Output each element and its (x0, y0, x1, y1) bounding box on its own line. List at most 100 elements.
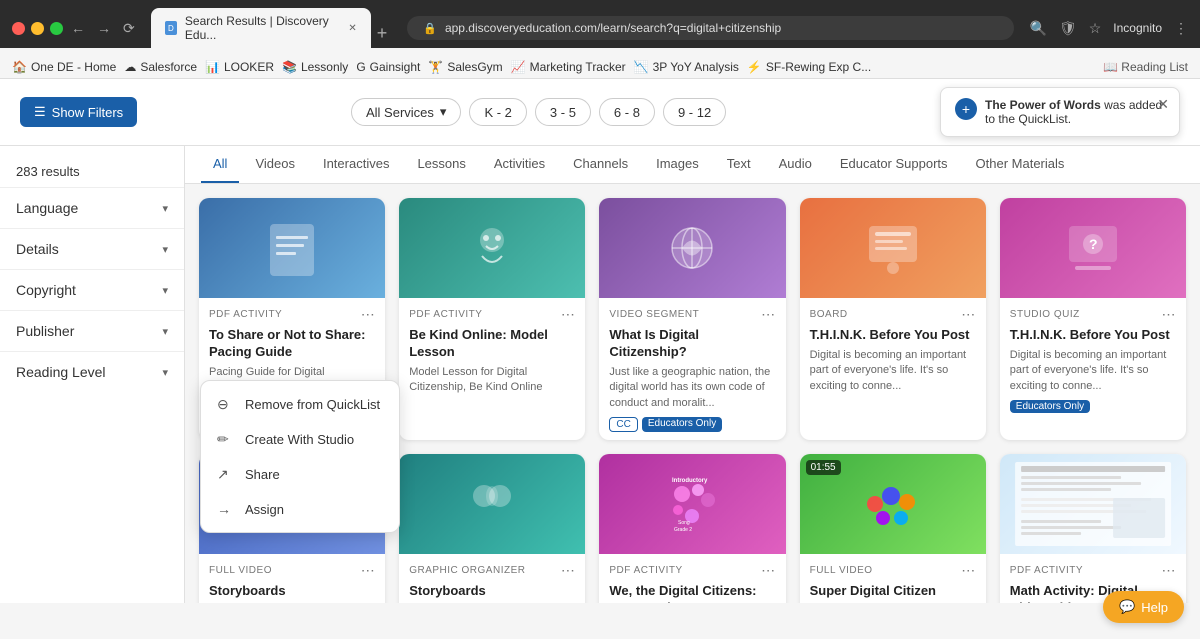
card-title: Storyboards (209, 583, 375, 600)
sidebar-filter-reading-level[interactable]: Reading Level ▾ (0, 351, 184, 392)
card-type: FULL VIDEO ⋯ (810, 562, 976, 579)
close-button[interactable] (12, 22, 25, 35)
card-thumbnail: 01:55 (800, 454, 986, 554)
assign-icon: → (217, 501, 235, 517)
more-icon[interactable]: ⋯ (961, 562, 976, 579)
forward-icon[interactable]: → (97, 20, 111, 36)
shield-icon[interactable]: 🛡 (1059, 20, 1077, 37)
badge-educators-only: Educators Only (642, 417, 722, 432)
tab-channels[interactable]: Channels (561, 146, 640, 183)
bookmark-lessonly[interactable]: 📚Lessonly (282, 60, 348, 74)
tab-activities[interactable]: Activities (482, 146, 557, 183)
card-title: T.H.I.N.K. Before You Post (810, 327, 976, 344)
more-icon[interactable]: ⋯ (561, 562, 576, 579)
notification-box: + The Power of Words was added to the Qu… (940, 87, 1180, 137)
chevron-icon: ▾ (162, 202, 168, 215)
svg-text:Grade 2: Grade 2 (674, 527, 692, 533)
notification-text: The Power of Words was added to the Quic… (985, 98, 1165, 126)
more-icon[interactable]: ⋯ (1161, 562, 1176, 579)
ctx-remove-quicklist[interactable]: ⊖ Remove from QuickList (201, 387, 399, 422)
card-desc: Model Lesson for Digital Citizenship, Be… (409, 365, 575, 396)
tab-audio[interactable]: Audio (767, 146, 824, 183)
tab-videos[interactable]: Videos (243, 146, 307, 183)
tab-educator-supports[interactable]: Educator Supports (828, 146, 960, 183)
sidebar-filter-details[interactable]: Details ▾ (0, 228, 184, 269)
pill-68[interactable]: 6 - 8 (599, 98, 655, 126)
more-icon[interactable]: ⋯ (761, 562, 776, 579)
bookmark-salesgym[interactable]: 🏋SalesGym (428, 60, 502, 74)
pill-35[interactable]: 3 - 5 (535, 98, 591, 126)
ctx-create-studio[interactable]: ✏ Create With Studio (201, 422, 399, 457)
minimize-button[interactable] (31, 22, 44, 35)
reading-list-button[interactable]: 📖 Reading List (1103, 60, 1188, 74)
fullscreen-button[interactable] (50, 22, 63, 35)
active-tab[interactable]: D Search Results | Discovery Edu... ✕ (151, 8, 371, 48)
bookmark-sf[interactable]: ⚡SF-Rewing Exp C... (747, 60, 871, 74)
more-icon[interactable]: ⋯ (561, 306, 576, 323)
pill-k2[interactable]: K - 2 (469, 98, 526, 126)
chevron-icon: ▾ (162, 243, 168, 256)
card-type: PDF ACTIVITY ⋯ (609, 562, 775, 579)
show-filters-button[interactable]: ☰ Show Filters (20, 97, 137, 127)
new-tab-button[interactable]: + (373, 19, 392, 48)
card-title: Be Kind Online: Model Lesson (409, 327, 575, 361)
sidebar: 283 results Language ▾ Details ▾ Copyrig… (0, 146, 185, 603)
reload-icon[interactable]: ⟳ (123, 20, 135, 37)
tab-close-icon[interactable]: ✕ (348, 23, 356, 34)
card-desc: Just like a geographic nation, the digit… (609, 365, 775, 411)
card-storyboards-graphic[interactable]: GRAPHIC ORGANIZER ⋯ Storyboards Your vid… (399, 454, 585, 603)
card-type: VIDEO SEGMENT ⋯ (609, 306, 775, 323)
bookmark-3p[interactable]: 📉3P YoY Analysis (634, 60, 739, 74)
more-icon[interactable]: ⋯ (1161, 306, 1176, 323)
bookmark-looker[interactable]: 📊LOOKER (205, 60, 274, 74)
tab-favicon: D (165, 21, 177, 35)
more-icon[interactable]: ⋯ (361, 306, 376, 323)
sidebar-filter-publisher[interactable]: Publisher ▾ (0, 310, 184, 351)
card-thumbnail (800, 198, 986, 298)
card-title: We, the Digital Citizens: Lesson Plan (609, 583, 775, 603)
card-desc: Digital is becoming an important part of… (1010, 348, 1176, 394)
pill-all-services[interactable]: All Services ▾ (351, 98, 461, 126)
card-type: STUDIO QUIZ ⋯ (1010, 306, 1176, 323)
sidebar-filter-language[interactable]: Language ▾ (0, 187, 184, 228)
tab-all[interactable]: All (201, 146, 239, 183)
back-icon[interactable]: ← (71, 20, 85, 36)
search-icon[interactable]: 🔍 (1030, 20, 1047, 37)
card-badges: CC Educators Only (609, 417, 775, 432)
bookmark-star-icon[interactable]: ☆ (1089, 20, 1102, 37)
card-super-digital-citizen[interactable]: 01:55 FULL VIDEO ⋯ Super Digital Citizen… (800, 454, 986, 603)
bookmark-marketing[interactable]: 📈Marketing Tracker (511, 60, 626, 74)
tab-title: Search Results | Discovery Edu... (185, 14, 340, 42)
ctx-share[interactable]: ↗ Share (201, 457, 399, 492)
ctx-assign[interactable]: → Assign (201, 492, 399, 526)
traffic-lights (12, 22, 63, 35)
tab-bar: D Search Results | Discovery Edu... ✕ + (151, 8, 392, 48)
card-type: FULL VIDEO ⋯ (209, 562, 375, 579)
card-digital-citizenship[interactable]: VIDEO SEGMENT ⋯ What Is Digital Citizens… (599, 198, 785, 440)
card-we-digital-citizens[interactable]: Introductory Song Grade 2 PDF ACTIVITY ⋯… (599, 454, 785, 603)
bookmark-one-de[interactable]: 🏠One DE - Home (12, 60, 116, 74)
tab-lessons[interactable]: Lessons (405, 146, 477, 183)
bookmark-salesforce[interactable]: ☁Salesforce (124, 60, 197, 74)
tab-images[interactable]: Images (644, 146, 711, 183)
notification-close-icon[interactable]: ✕ (1157, 96, 1169, 113)
tab-interactives[interactable]: Interactives (311, 146, 401, 183)
tab-text[interactable]: Text (715, 146, 763, 183)
card-think-quiz[interactable]: ? STUDIO QUIZ ⋯ T.H.I.N.K. Before You Po… (1000, 198, 1186, 440)
menu-icon[interactable]: ⋮ (1174, 20, 1188, 37)
browser-controls: ← → ⟳ D Search Results | Discovery Edu..… (12, 8, 1188, 48)
card-math-activity[interactable]: PDF ACTIVITY ⋯ Math Activity: Digital Ci… (1000, 454, 1186, 603)
more-icon[interactable]: ⋯ (961, 306, 976, 323)
remove-icon: ⊖ (217, 396, 235, 413)
card-be-kind-online[interactable]: PDF ACTIVITY ⋯ Be Kind Online: Model Les… (399, 198, 585, 440)
bookmark-gainsight[interactable]: GGainsight (356, 60, 420, 74)
card-title: Super Digital Citizen (810, 583, 976, 600)
address-bar[interactable]: 🔒 app.discoveryeducation.com/learn/searc… (407, 16, 1013, 40)
more-icon[interactable]: ⋯ (361, 562, 376, 579)
sidebar-filter-copyright[interactable]: Copyright ▾ (0, 269, 184, 310)
pill-912[interactable]: 9 - 12 (663, 98, 726, 126)
more-icon[interactable]: ⋯ (761, 306, 776, 323)
tab-other-materials[interactable]: Other Materials (964, 146, 1077, 183)
help-button[interactable]: 💬 Help (1103, 591, 1184, 623)
card-think-board[interactable]: BOARD ⋯ T.H.I.N.K. Before You Post Digit… (800, 198, 986, 440)
